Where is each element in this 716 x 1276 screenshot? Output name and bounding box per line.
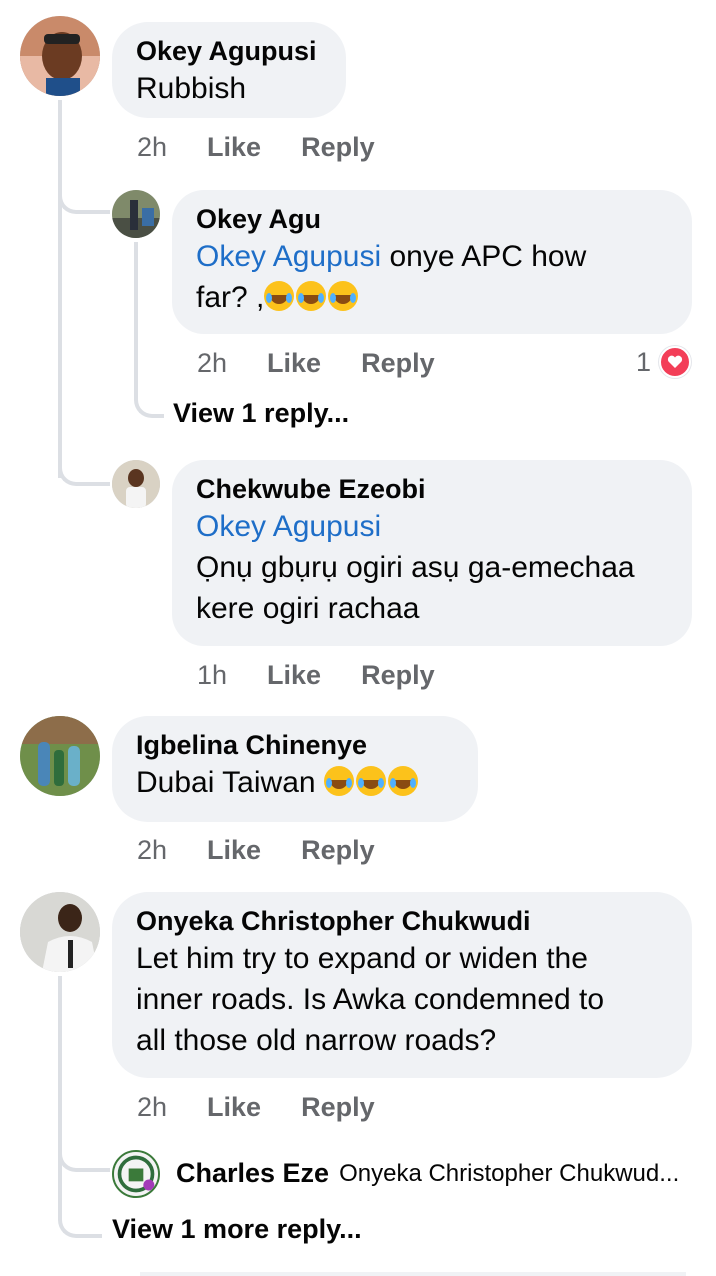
tears-of-joy-emoji-icon (387, 766, 418, 796)
mention-link[interactable]: Okey Agupusi (196, 240, 381, 273)
comment-time[interactable]: 2h (137, 1092, 167, 1123)
reply-text-line2: far? , (196, 277, 668, 318)
comments-thread: Okey Agupusi Rubbish 2h Like Reply Okey … (0, 0, 716, 1276)
reply-button[interactable]: Reply (361, 348, 435, 379)
love-heart-icon (659, 346, 692, 378)
collapsed-reply-preview: Onyeka Christopher Chukwud... (339, 1159, 680, 1187)
avatar-igbelina-chinenye[interactable] (20, 716, 100, 796)
comment-author[interactable]: Okey Agupusi (136, 34, 322, 68)
comment-text: Dubai Taiwan (136, 762, 454, 803)
thread-line (134, 242, 138, 392)
comment-bubble[interactable]: Onyeka Christopher Chukwudi Let him try … (112, 892, 692, 1078)
next-comment-edge (140, 1272, 686, 1276)
profile-photo-icon (20, 716, 100, 796)
profile-photo-icon (112, 460, 160, 508)
reply-author[interactable]: Chekwube Ezeobi (196, 472, 668, 506)
reply-text-line: kere ogiri rachaa (196, 592, 420, 625)
thread-connector (58, 176, 110, 214)
reply-text-line: onye APC how (381, 240, 587, 273)
rofl-emoji-icon (328, 281, 359, 311)
collapsed-reply[interactable]: Charles Eze Onyeka Christopher Chukwud..… (176, 1158, 679, 1189)
comment-time[interactable]: 2h (137, 132, 167, 163)
comment-author[interactable]: Igbelina Chinenye (136, 728, 454, 762)
comment-actions: 2h Like Reply (137, 1092, 375, 1123)
comment-bubble[interactable]: Igbelina Chinenye Dubai Taiwan (112, 716, 478, 822)
comment-author[interactable]: Onyeka Christopher Chukwudi (136, 904, 668, 938)
reply-text-line: Ọnụ gbụrụ ogiri asụ ga-emechaa (196, 551, 635, 584)
mention-link[interactable]: Okey Agupusi (196, 506, 668, 547)
like-button[interactable]: Like (207, 132, 261, 163)
reaction-summary[interactable]: 1 (636, 346, 692, 378)
view-replies-link[interactable]: View 1 reply... (173, 398, 349, 429)
profile-photo-icon (114, 1152, 158, 1196)
reply-actions: 1h Like Reply (197, 660, 435, 691)
comment-text-content: Dubai Taiwan (136, 766, 324, 799)
thread-line (58, 976, 62, 1206)
reply-text-line: far? , (196, 281, 265, 314)
tears-of-joy-emoji-icon (355, 766, 386, 796)
reply-button[interactable]: Reply (301, 835, 375, 866)
avatar-onyeka-christopher-chukwudi[interactable] (20, 892, 100, 972)
reply-author[interactable]: Okey Agu (196, 202, 668, 236)
comment-time[interactable]: 2h (137, 835, 167, 866)
reply-bubble[interactable]: Okey Agu Okey Agupusi onye APC how far? … (172, 190, 692, 334)
avatar-okey-agu[interactable] (112, 190, 160, 238)
reply-button[interactable]: Reply (301, 1092, 375, 1123)
comment-actions: 2h Like Reply (137, 132, 375, 163)
tears-of-joy-emoji-icon (323, 766, 354, 796)
profile-photo-icon (20, 892, 100, 972)
rofl-emoji-icon (264, 281, 295, 311)
reply-time[interactable]: 2h (197, 348, 227, 379)
avatar-charles-eze[interactable] (112, 1150, 160, 1198)
reply-text: Okey Agupusi onye APC how (196, 236, 668, 277)
thread-connector (58, 1146, 110, 1172)
view-more-replies-link[interactable]: View 1 more reply... (112, 1214, 362, 1245)
collapsed-reply-author[interactable]: Charles Eze (176, 1158, 329, 1189)
comment-text-line: all those old narrow roads? (136, 1024, 497, 1057)
like-button[interactable]: Like (267, 348, 321, 379)
profile-photo-icon (20, 16, 100, 96)
like-button[interactable]: Like (207, 1092, 261, 1123)
profile-photo-icon (112, 190, 160, 238)
comment-text: Rubbish (136, 72, 247, 105)
rofl-emoji-icon (296, 281, 327, 311)
reply-actions: 2h Like Reply (197, 348, 435, 379)
like-button[interactable]: Like (267, 660, 321, 691)
reaction-count: 1 (636, 346, 652, 377)
thread-connector (58, 452, 110, 486)
comment-actions: 2h Like Reply (137, 835, 375, 866)
comment-text-line: inner roads. Is Awka condemned to (136, 983, 605, 1016)
thread-connector (134, 388, 164, 418)
avatar-chekwube-ezeobi[interactable] (112, 460, 160, 508)
reply-time[interactable]: 1h (197, 660, 227, 691)
reply-bubble[interactable]: Chekwube Ezeobi Okey Agupusi Ọnụ gbụrụ o… (172, 460, 692, 646)
reply-button[interactable]: Reply (301, 132, 375, 163)
reply-button[interactable]: Reply (361, 660, 435, 691)
avatar-okey-agupusi[interactable] (20, 16, 100, 96)
comment-bubble[interactable]: Okey Agupusi Rubbish (112, 22, 346, 118)
thread-line (58, 100, 62, 478)
comment-text-line: Let him try to expand or widen the (136, 942, 588, 975)
like-button[interactable]: Like (207, 835, 261, 866)
thread-connector (58, 1202, 102, 1238)
